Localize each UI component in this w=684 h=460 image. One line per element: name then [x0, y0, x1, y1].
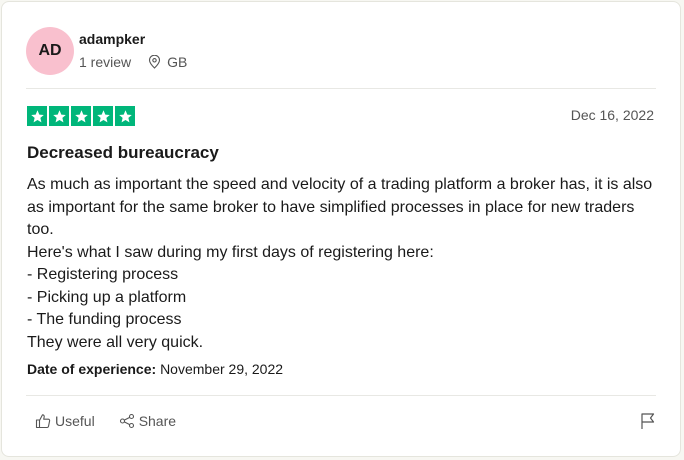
star-icon: [115, 106, 135, 126]
footer-divider: [26, 395, 656, 396]
reviewer-meta: 1 review GB: [79, 54, 187, 70]
useful-label: Useful: [55, 413, 95, 429]
reviewer-country: GB: [167, 54, 188, 70]
date-of-experience: Date of experience: November 29, 2022: [27, 361, 283, 377]
share-label: Share: [138, 413, 177, 429]
review-count: 1 review: [79, 54, 132, 70]
review-title[interactable]: Decreased bureaucracy: [27, 143, 219, 163]
useful-button[interactable]: Useful: [35, 413, 95, 429]
flag-icon: [641, 413, 655, 429]
review-actions: Useful Share: [35, 413, 176, 429]
experience-date: November 29, 2022: [160, 361, 284, 377]
star-icon: [71, 106, 91, 126]
reviewer-name[interactable]: adampker: [79, 31, 145, 47]
review-body: As much as important the speed and veloc…: [27, 176, 653, 351]
review-date: Dec 16, 2022: [570, 107, 654, 123]
star-rating: [27, 106, 135, 126]
experience-label: Date of experience:: [27, 361, 157, 377]
star-icon: [93, 106, 113, 126]
star-icon: [49, 106, 69, 126]
reviewer-location: GB: [148, 54, 187, 70]
star-icon: [27, 106, 47, 126]
share-icon: [119, 413, 134, 429]
avatar-initials: AD: [38, 42, 62, 59]
avatar[interactable]: AD: [26, 27, 74, 75]
thumbs-up-icon: [35, 414, 51, 429]
header-divider: [26, 88, 656, 89]
share-button[interactable]: Share: [119, 413, 176, 429]
location-pin-icon: [149, 55, 161, 69]
report-button[interactable]: [640, 412, 656, 435]
review-card: AD adampker 1 review GB Dec 16, 2022 Dec…: [1, 1, 681, 457]
